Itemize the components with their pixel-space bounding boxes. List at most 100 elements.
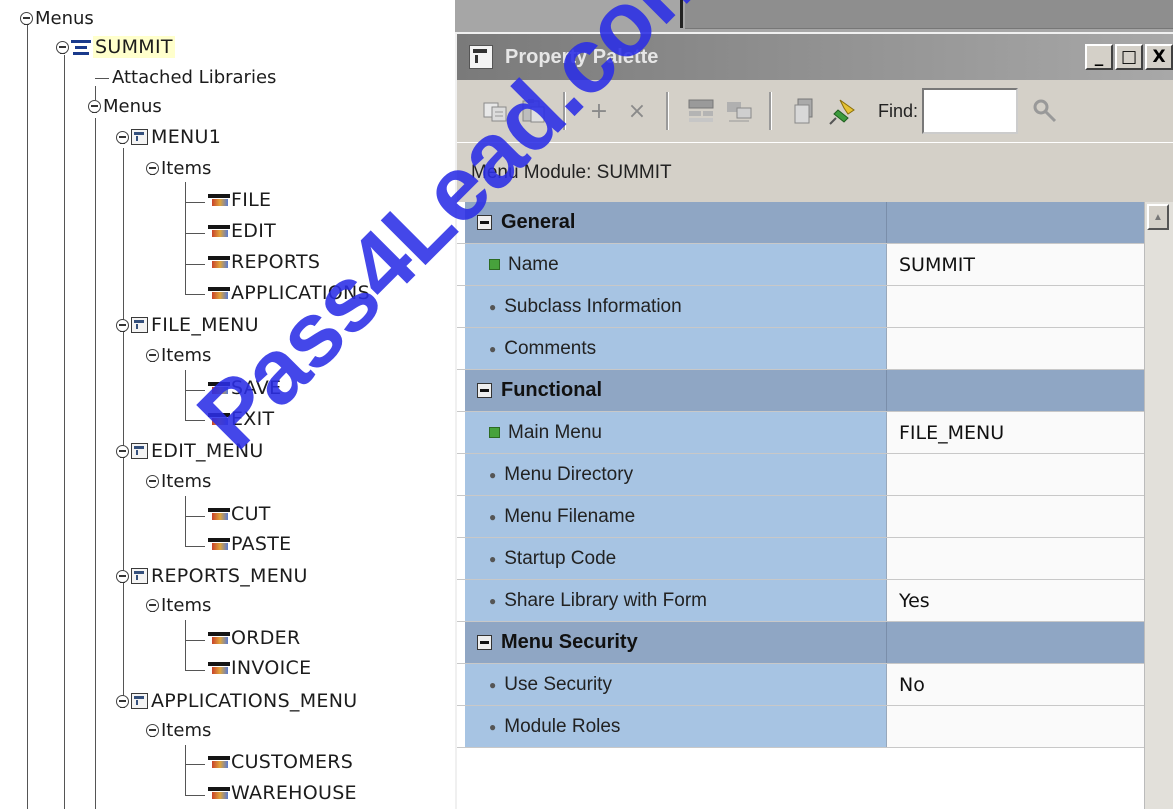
intersection-icon[interactable] [723, 94, 757, 128]
tree-line [185, 745, 186, 795]
tree-node-root[interactable]: Menus [20, 8, 94, 29]
toolbar-separator [563, 92, 566, 130]
tree-node-menu-item[interactable]: WAREHOUSE [208, 782, 357, 804]
property-row[interactable]: ● Module Roles [457, 706, 1147, 748]
collapse-icon[interactable] [146, 599, 159, 612]
tree-node-menu-item[interactable]: ORDER [208, 627, 301, 649]
property-value-cell[interactable] [887, 328, 1147, 369]
menu-item-icon [208, 537, 230, 551]
tree-node-menu-item[interactable]: EDIT [208, 220, 276, 242]
collapse-icon[interactable] [116, 130, 129, 144]
background-window-titlebar [685, 0, 1173, 29]
tree-node-menu-item[interactable]: FILE [208, 189, 271, 211]
property-name: Use Security [504, 673, 612, 695]
property-value-cell[interactable] [887, 706, 1147, 747]
collapse-icon[interactable] [116, 444, 129, 458]
tree-node-menus[interactable]: Menus [88, 96, 162, 117]
maximize-button[interactable]: □ [1115, 44, 1143, 70]
tree-line [123, 148, 124, 698]
tree-node-items[interactable]: Items [146, 595, 211, 616]
tree-node-menu-item[interactable]: INVOICE [208, 657, 311, 679]
collapse-icon[interactable] [116, 694, 129, 708]
property-name-cell: ● Module Roles [465, 706, 887, 747]
vertical-scrollbar[interactable]: ▲ [1144, 202, 1173, 809]
add-property-icon[interactable]: + [582, 94, 616, 128]
category-name-cell: Functional [465, 370, 887, 411]
toolbar-separator [666, 92, 669, 130]
tree-label: REPORTS_MENU [151, 565, 308, 587]
tree-node-attached-libraries[interactable]: Attached Libraries [112, 67, 276, 88]
tree-node-edit-menu[interactable]: EDIT_MENU [116, 440, 264, 462]
property-name-cell: ● Subclass Information [465, 286, 887, 327]
collapse-icon[interactable] [116, 569, 129, 583]
tree-node-menu-item[interactable]: SAVE [208, 377, 281, 399]
tree-node-menu1[interactable]: MENU1 [116, 126, 221, 148]
property-row[interactable]: ● Startup Code [457, 538, 1147, 580]
collapse-icon[interactable] [477, 383, 492, 398]
property-value-cell[interactable]: FILE_MENU [887, 412, 1147, 453]
collapse-icon[interactable] [477, 215, 492, 230]
property-row[interactable]: ● Share Library with Form Yes [457, 580, 1147, 622]
tree-node-menu-item[interactable]: EXIT [208, 408, 274, 430]
property-value-cell[interactable] [887, 496, 1147, 537]
property-value-cell[interactable]: Yes [887, 580, 1147, 621]
collapse-icon[interactable] [146, 162, 159, 175]
tree-node-items[interactable]: Items [146, 471, 211, 492]
collapse-icon[interactable] [116, 318, 129, 332]
scroll-up-icon[interactable]: ▲ [1147, 204, 1169, 230]
tree-node-items[interactable]: Items [146, 720, 211, 741]
tree-line [185, 620, 186, 670]
property-value-cell[interactable] [887, 286, 1147, 327]
property-row[interactable]: ● Subclass Information [457, 286, 1147, 328]
search-icon[interactable] [1028, 94, 1062, 128]
pin-icon[interactable] [826, 94, 860, 128]
tree-node-summit[interactable]: SUMMIT [56, 36, 175, 58]
property-value-cell[interactable] [887, 538, 1147, 579]
collapse-icon[interactable] [146, 349, 159, 362]
union-icon[interactable] [685, 94, 719, 128]
property-row[interactable]: Main Menu FILE_MENU [457, 412, 1147, 454]
property-value-cell[interactable]: SUMMIT [887, 244, 1147, 285]
collapse-icon[interactable] [56, 40, 69, 54]
property-row[interactable]: ● Use Security No [457, 664, 1147, 706]
property-value-cell[interactable]: No [887, 664, 1147, 705]
collapse-icon[interactable] [88, 100, 101, 113]
property-name: Startup Code [504, 547, 617, 569]
property-row[interactable]: Name SUMMIT [457, 244, 1147, 286]
tree-node-file-menu[interactable]: FILE_MENU [116, 314, 259, 336]
copy-properties-icon[interactable] [479, 94, 513, 128]
category-row-general[interactable]: General [457, 202, 1147, 244]
minimize-button[interactable]: _ [1085, 44, 1113, 70]
tree-node-menu-item[interactable]: REPORTS [208, 251, 320, 273]
menu-item-icon [208, 286, 230, 300]
collapse-icon[interactable] [477, 635, 492, 650]
freeze-icon[interactable] [788, 94, 822, 128]
property-row[interactable]: ● Menu Filename [457, 496, 1147, 538]
property-row[interactable]: ● Menu Directory [457, 454, 1147, 496]
category-row-functional[interactable]: Functional [457, 370, 1147, 412]
menu-item-icon [208, 224, 230, 238]
close-button[interactable]: X [1145, 44, 1173, 70]
tree-node-reports-menu[interactable]: REPORTS_MENU [116, 565, 308, 587]
category-row-menu-security[interactable]: Menu Security [457, 622, 1147, 664]
collapse-icon[interactable] [146, 475, 159, 488]
tree-node-menu-item[interactable]: CUT [208, 503, 271, 525]
default-property-icon: ● [489, 551, 497, 566]
paste-properties-icon[interactable] [517, 94, 551, 128]
menu-item-icon [208, 412, 230, 426]
delete-property-icon[interactable]: × [620, 94, 654, 128]
object-navigator-tree: Menus SUMMIT Attached Libraries Menus ME… [0, 0, 455, 809]
tree-node-items[interactable]: Items [146, 158, 211, 179]
tree-node-menu-item[interactable]: APPLICATIONS [208, 282, 370, 304]
find-input[interactable] [922, 88, 1019, 134]
tree-node-menu-item[interactable]: CUSTOMERS [208, 751, 353, 773]
palette-titlebar[interactable]: Property Palette _ □ X [457, 34, 1173, 80]
tree-node-items[interactable]: Items [146, 345, 211, 366]
property-value-cell[interactable] [887, 454, 1147, 495]
collapse-icon[interactable] [146, 724, 159, 737]
tree-node-applications-menu[interactable]: APPLICATIONS_MENU [116, 690, 357, 712]
property-name-cell: Main Menu [465, 412, 887, 453]
collapse-icon[interactable] [20, 12, 33, 25]
property-row[interactable]: ● Comments [457, 328, 1147, 370]
tree-node-menu-item[interactable]: PASTE [208, 533, 291, 555]
